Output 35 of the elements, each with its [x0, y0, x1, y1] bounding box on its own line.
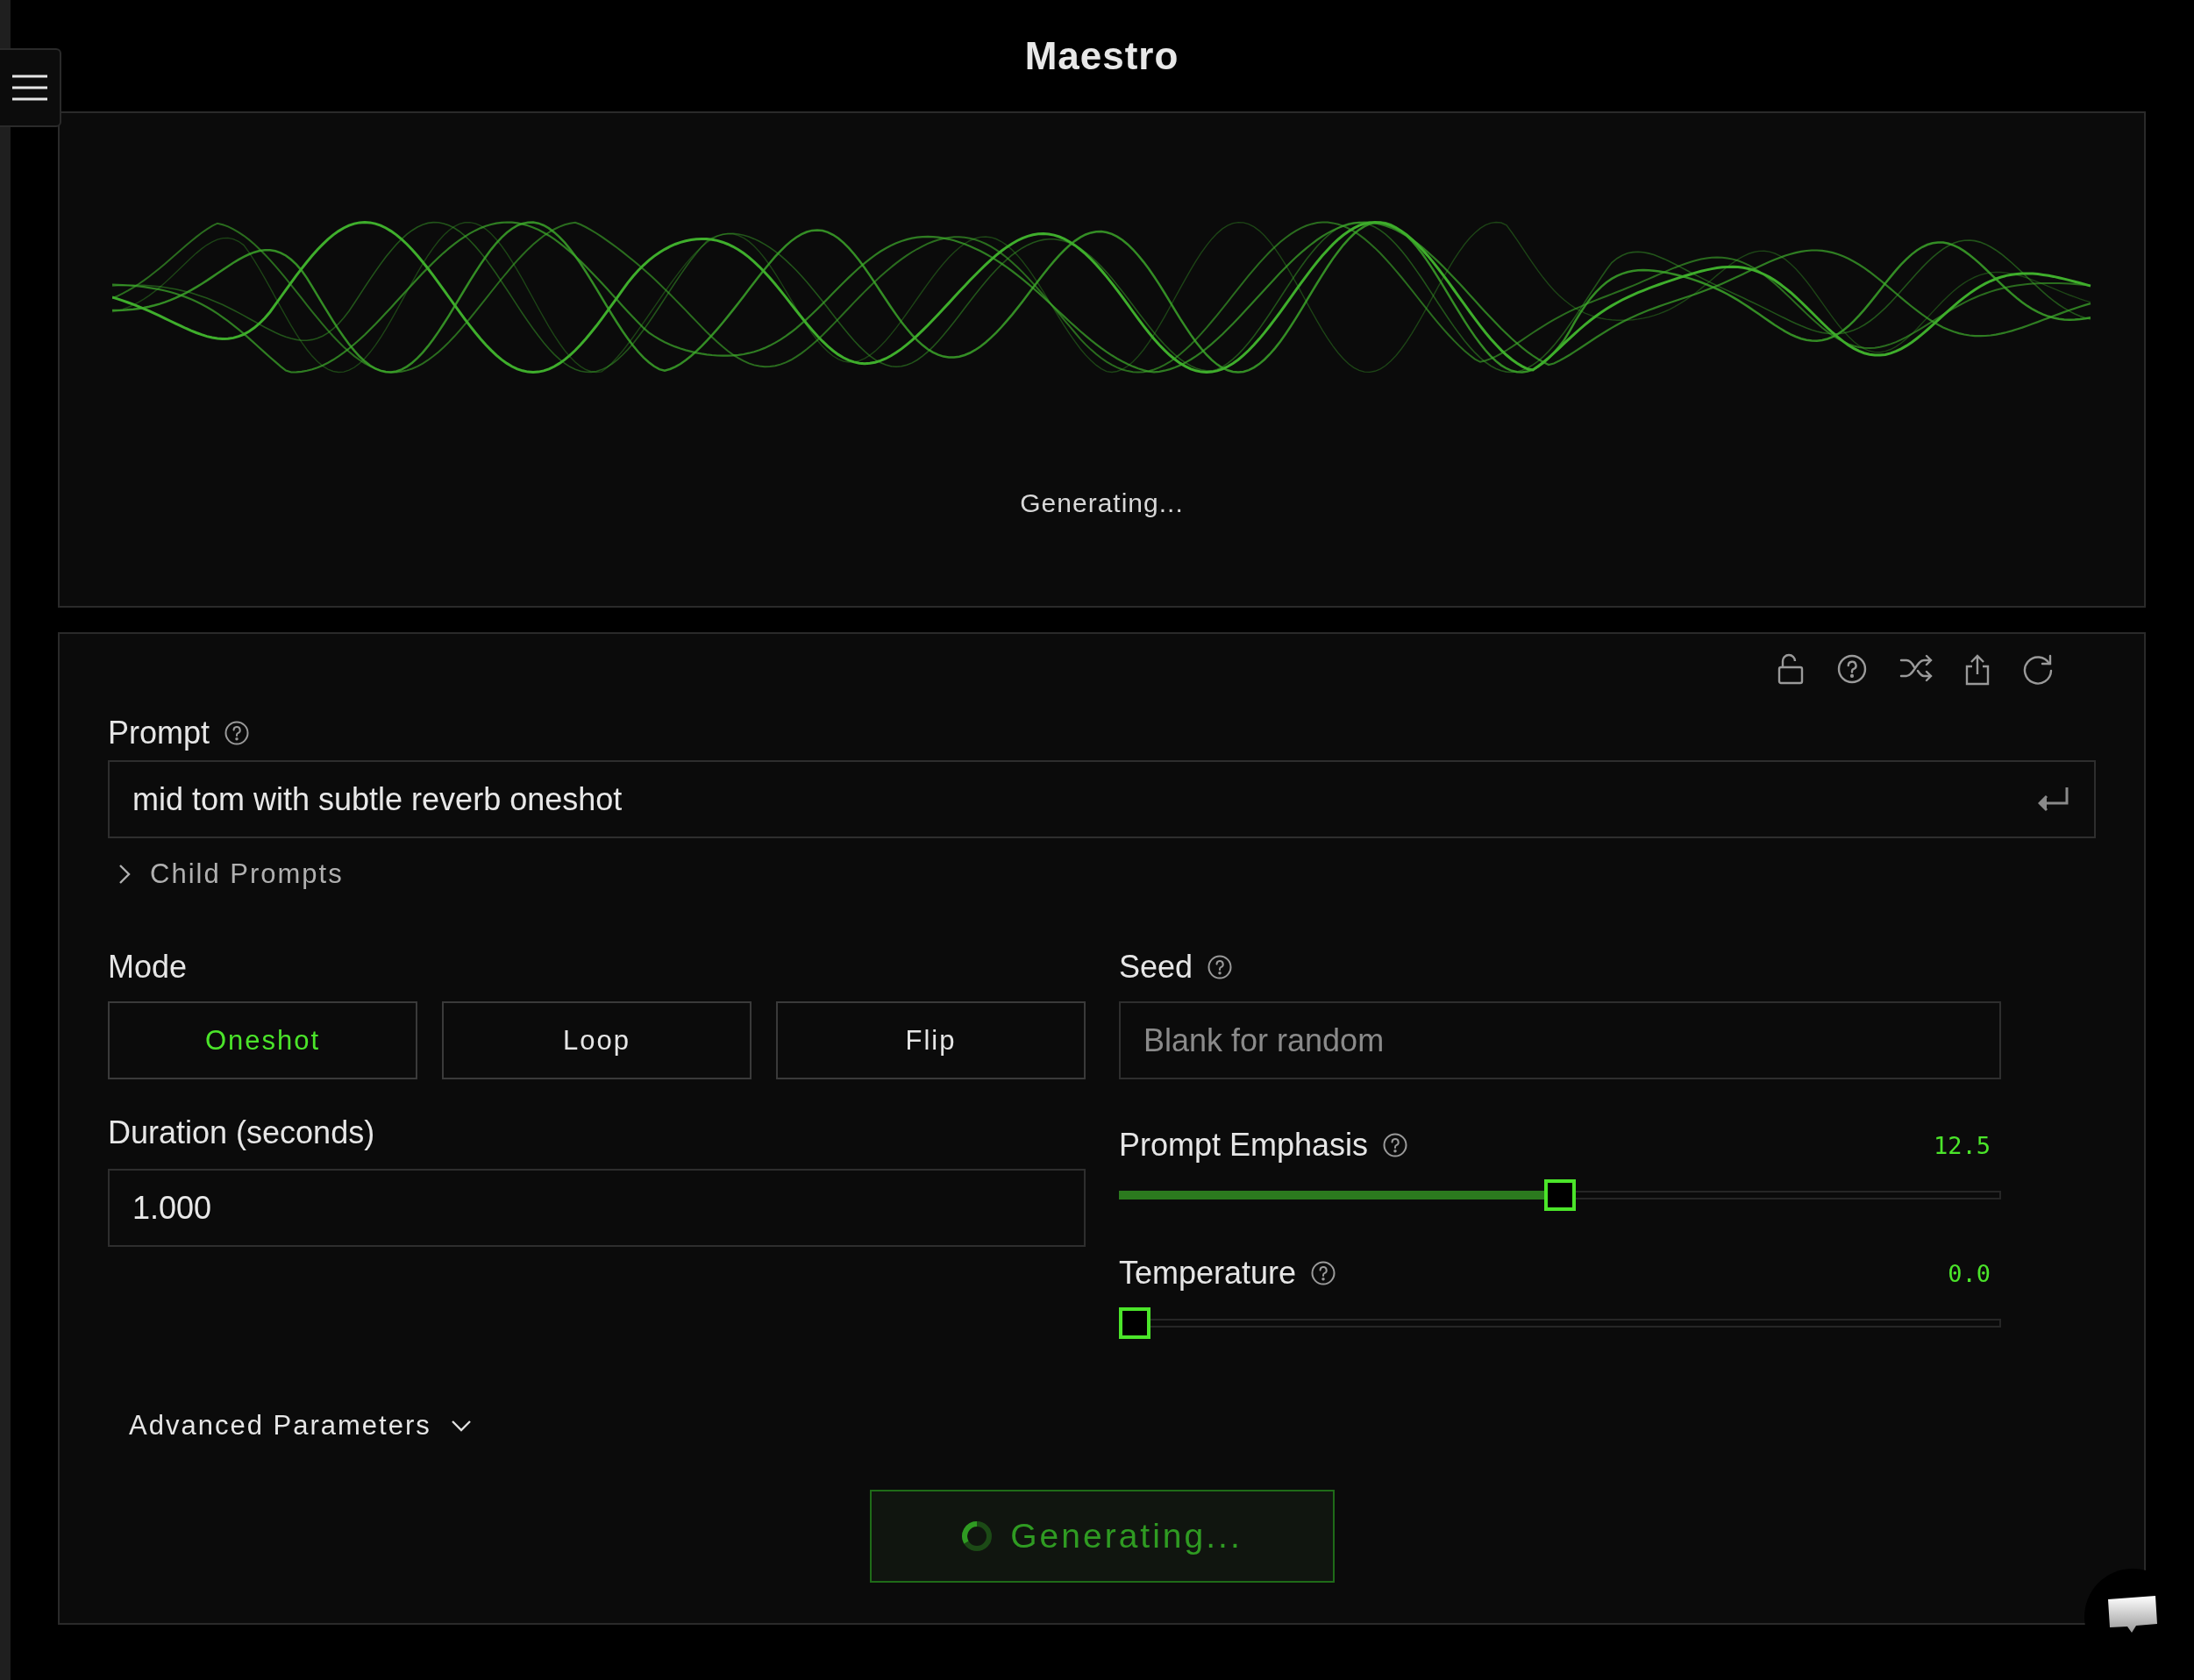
- prompt-field[interactable]: mid tom with subtle reverb oneshot: [108, 760, 2096, 838]
- enter-key-icon[interactable]: [2038, 786, 2069, 812]
- seed-field[interactable]: Blank for random: [1119, 1001, 2001, 1079]
- slider-value: 12.5: [1933, 1131, 1991, 1159]
- generate-button[interactable]: Generating...: [869, 1490, 1335, 1583]
- shuffle-icon[interactable]: [1899, 653, 1933, 683]
- slider-thumb[interactable]: [1119, 1307, 1150, 1339]
- duration-label: Duration (seconds): [108, 1114, 375, 1151]
- share-icon[interactable]: [1964, 653, 1991, 687]
- slider-track[interactable]: [1119, 1179, 2001, 1211]
- slider-thumb[interactable]: [1544, 1179, 1576, 1211]
- slider-value: 0.0: [1948, 1259, 1991, 1287]
- mode-option[interactable]: Loop: [442, 1001, 752, 1079]
- help-icon[interactable]: [1310, 1260, 1337, 1286]
- prompt-label: Prompt: [108, 715, 210, 751]
- slider-label: Prompt Emphasis: [1119, 1127, 1369, 1164]
- status-text: Generating...: [1020, 488, 1184, 518]
- refresh-icon[interactable]: [2022, 653, 2054, 685]
- unlocked-padlock-icon[interactable]: [1777, 653, 1805, 685]
- mode-option[interactable]: Flip: [776, 1001, 1086, 1079]
- mode-option[interactable]: Oneshot: [108, 1001, 417, 1079]
- help-icon[interactable]: [1207, 954, 1234, 980]
- mode-label: Mode: [108, 949, 188, 986]
- help-icon[interactable]: [224, 720, 251, 746]
- app-title: Maestro: [1023, 32, 1180, 79]
- help-icon[interactable]: [1382, 1132, 1409, 1158]
- advanced-parameters-toggle[interactable]: Advanced Parameters: [124, 1409, 477, 1442]
- help-icon[interactable]: [1836, 653, 1868, 685]
- child-prompts-toggle[interactable]: Child Prompts: [108, 858, 349, 891]
- seed-label: Seed: [1119, 949, 1193, 986]
- menu-icon: [12, 75, 47, 101]
- slider-label: Temperature: [1119, 1255, 1297, 1292]
- menu-button[interactable]: [0, 48, 61, 127]
- slider-track[interactable]: [1119, 1307, 2001, 1339]
- duration-field[interactable]: 1.000: [108, 1169, 1086, 1247]
